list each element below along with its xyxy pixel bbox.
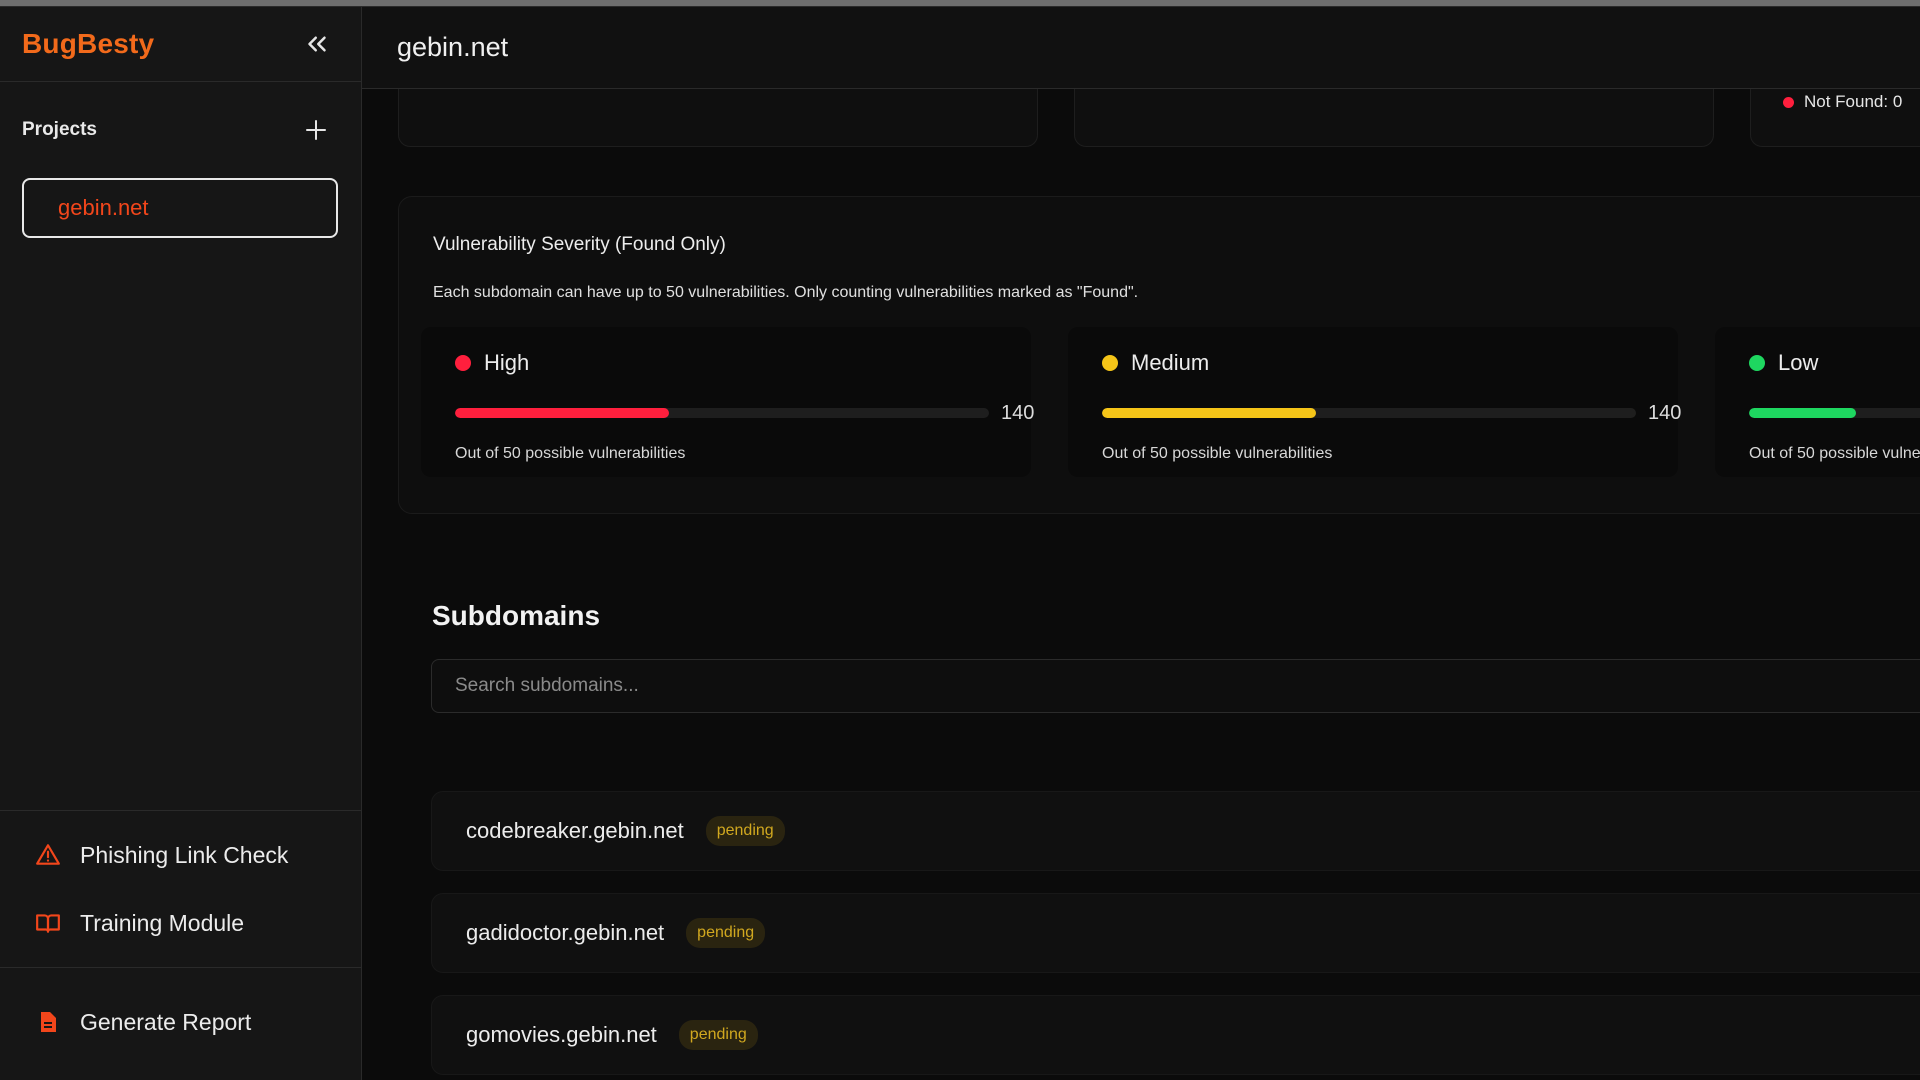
severity-title: Vulnerability Severity (Found Only) <box>433 234 726 255</box>
severity-card-high: High 140 Out of 50 possible vulnerabilit… <box>421 327 1035 477</box>
subdomain-row[interactable]: codebreaker.gebin.net pending <box>431 791 1920 871</box>
projects-title: Projects <box>22 119 97 140</box>
collapse-sidebar-button[interactable] <box>297 24 337 64</box>
subdomain-row[interactable]: gadidoctor.gebin.net pending <box>431 893 1920 973</box>
subdomain-row[interactable]: gomovies.gebin.net pending <box>431 995 1920 1075</box>
page-title: gebin.net <box>397 32 509 62</box>
severity-progress-fill <box>455 408 669 418</box>
severity-dot <box>455 355 471 371</box>
severity-card-medium: Medium 140 Out of 50 possible vulnerabil… <box>1068 327 1682 477</box>
sidebar: BugBesty Projects gebin.net Phishing Lin… <box>0 7 362 1080</box>
stat-card <box>398 89 1038 147</box>
status-badge: pending <box>705 816 785 846</box>
stat-card <box>1074 89 1714 147</box>
nav-item-label: Training Module <box>80 909 245 936</box>
severity-subtitle: Out of 50 possible vulnerabilities <box>1102 445 1333 462</box>
not-found-label: Not Found: 0 <box>1804 92 1903 111</box>
main-content: Not Found: 0 Vulnerability Severity (Fou… <box>362 89 1920 1080</box>
nav-item-label: Phishing Link Check <box>80 841 289 868</box>
brand-logo[interactable]: BugBesty <box>22 28 154 60</box>
page-header: gebin.net <box>362 7 1920 89</box>
subdomains-title: Subdomains <box>432 600 601 631</box>
severity-dot <box>1102 355 1118 371</box>
subdomain-name: gadidoctor.gebin.net <box>466 920 665 945</box>
severity-header: Medium <box>1102 350 1209 376</box>
nav-item-training-module[interactable]: Training Module <box>0 889 361 957</box>
severity-count: 140 <box>1648 402 1682 424</box>
subdomain-name: gomovies.gebin.net <box>466 1022 657 1047</box>
search-subdomains-input[interactable] <box>431 659 1920 713</box>
severity-header: Low <box>1749 350 1818 376</box>
projects-header: Projects <box>0 82 361 178</box>
severity-label: Low <box>1778 350 1819 375</box>
severity-description: Each subdomain can have up to 50 vulnera… <box>433 284 1139 301</box>
severity-subtitle: Out of 50 possible vulnerabilities <box>455 445 686 462</box>
add-project-button[interactable] <box>301 115 331 145</box>
severity-progress-bar <box>1749 408 1920 418</box>
warning-triangle-icon <box>34 841 62 869</box>
severity-count: 140 <box>1001 402 1035 424</box>
status-badge: pending <box>678 1020 758 1050</box>
severity-label: High <box>484 350 530 375</box>
severity-subtitle: Out of 50 possible vulnerabilities <box>1749 445 1920 462</box>
not-found-stat: Not Found: 0 <box>1783 92 1902 112</box>
sidebar-bottom-nav: Phishing Link Check Training Module Gene… <box>0 810 361 1066</box>
book-open-icon <box>34 909 62 937</box>
subdomain-name: codebreaker.gebin.net <box>466 818 684 843</box>
window-top-border <box>0 0 1920 7</box>
nav-item-phishing-link-check[interactable]: Phishing Link Check <box>0 821 361 889</box>
vulnerability-severity-panel: Vulnerability Severity (Found Only) Each… <box>398 196 1920 514</box>
severity-progress-fill <box>1102 408 1316 418</box>
severity-card-low: Low Out of 50 possible vulnerabilities <box>1715 327 1920 477</box>
severity-dot <box>1749 355 1765 371</box>
project-item-gebin-net[interactable]: gebin.net <box>22 178 338 238</box>
severity-progress-bar <box>455 408 989 418</box>
severity-label: Medium <box>1131 350 1210 375</box>
plus-icon <box>306 120 326 140</box>
chevrons-left-icon <box>308 36 326 52</box>
project-item-label: gebin.net <box>58 195 149 220</box>
generate-report-button[interactable]: Generate Report <box>0 988 361 1056</box>
severity-progress-fill <box>1749 408 1856 418</box>
not-found-dot <box>1783 96 1794 108</box>
severity-progress-bar <box>1102 408 1636 418</box>
generate-report-label: Generate Report <box>80 1008 252 1035</box>
document-icon <box>34 1008 62 1036</box>
sidebar-header: BugBesty <box>0 7 361 82</box>
severity-header: High <box>455 350 529 376</box>
status-badge: pending <box>686 918 766 948</box>
